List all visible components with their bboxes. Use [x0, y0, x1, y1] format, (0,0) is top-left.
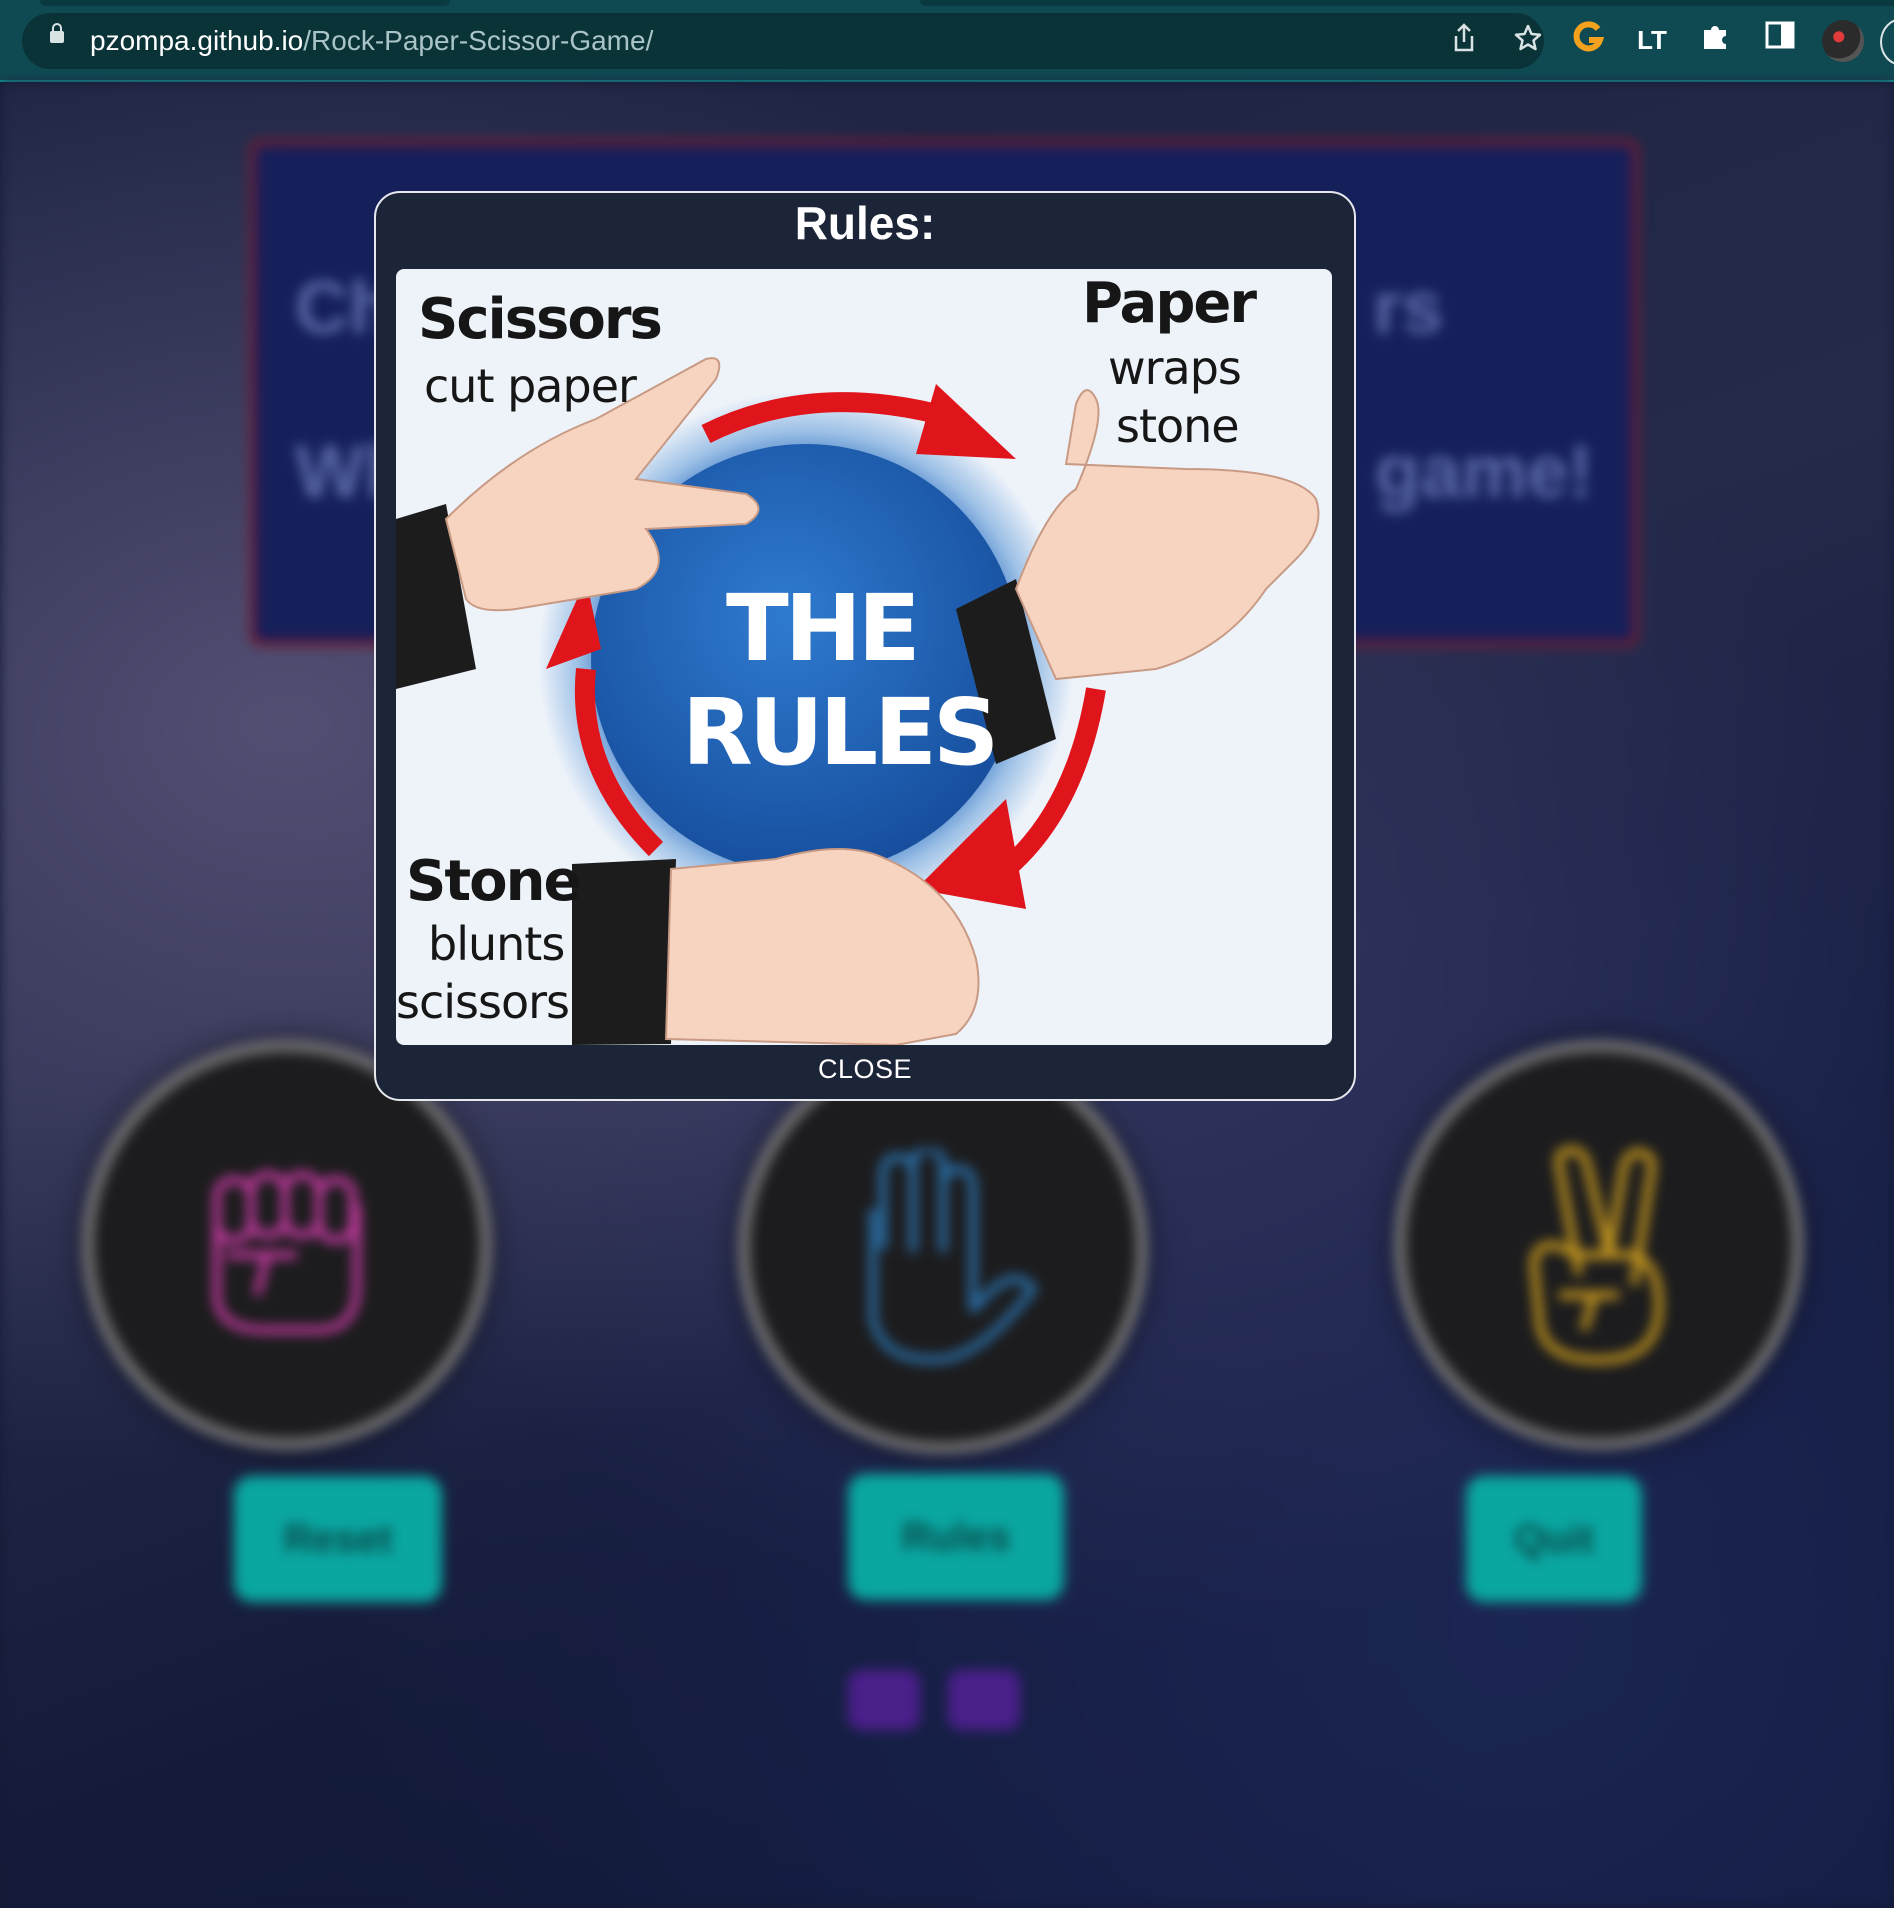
paper-choice-button[interactable] [738, 1044, 1148, 1454]
reset-button[interactable]: Reset [234, 1476, 442, 1602]
scissors-choice-button[interactable] [1394, 1040, 1804, 1450]
rules-modal: Rules: THE RULES Scissors cut paper Pape… [374, 191, 1356, 1101]
twitter-icon[interactable] [848, 1670, 920, 1730]
address-bar[interactable]: pzompa.github.io/Rock-Paper-Scissor-Game… [22, 13, 1544, 69]
stone-caption-line1: blunts [428, 917, 565, 971]
banner-fragment: game! [1375, 430, 1593, 513]
close-button[interactable]: CLOSE [376, 1049, 1354, 1089]
stone-title: Stone [406, 849, 581, 914]
center-text-line2: RULES [682, 679, 999, 786]
hand-icon [869, 1149, 1037, 1364]
profile-avatar[interactable] [1822, 20, 1864, 62]
translate-extension-icon[interactable]: LT [1632, 20, 1672, 60]
grammarly-extension-icon[interactable] [1568, 20, 1608, 60]
peace-hand-icon [1530, 1146, 1663, 1364]
center-text-line1: THE [726, 575, 921, 682]
paper-caption-line1: wraps [1108, 341, 1242, 395]
url-path: /Rock-Paper-Scissor-Game/ [303, 25, 654, 56]
tab-strip [40, 0, 1894, 6]
rules-button[interactable]: Rules [848, 1474, 1064, 1600]
paper-title: Paper [1082, 271, 1257, 336]
quit-button[interactable]: Quit [1466, 1476, 1642, 1602]
modal-title: Rules: [794, 197, 936, 249]
browser-toolbar: pzompa.github.io/Rock-Paper-Scissor-Game… [0, 0, 1894, 82]
scissors-caption: cut paper [424, 359, 637, 413]
stone-caption-line2: scissors [396, 975, 570, 1029]
bookmark-star-icon[interactable] [1510, 23, 1546, 59]
fist-icon [213, 1171, 361, 1334]
profile-menu-button[interactable] [1880, 18, 1894, 66]
extensions-puzzle-icon[interactable] [1696, 20, 1736, 60]
rules-illustration: THE RULES Scissors cut paper Paper wraps… [396, 269, 1332, 1045]
banner-fragment: rs [1373, 266, 1443, 349]
url-text[interactable]: pzompa.github.io/Rock-Paper-Scissor-Game… [90, 25, 653, 57]
url-host: pzompa.github.io [90, 25, 304, 56]
lock-icon[interactable] [50, 23, 64, 43]
rock-choice-button[interactable] [82, 1040, 492, 1450]
tab[interactable] [920, 0, 1894, 6]
tab[interactable] [40, 0, 450, 6]
stone-hand [572, 848, 980, 1045]
share-icon[interactable] [1446, 23, 1482, 59]
side-panel-icon[interactable] [1760, 20, 1800, 60]
paper-caption-line2: stone [1116, 399, 1240, 453]
scissors-title: Scissors [418, 287, 663, 352]
youtube-icon[interactable] [948, 1670, 1020, 1730]
